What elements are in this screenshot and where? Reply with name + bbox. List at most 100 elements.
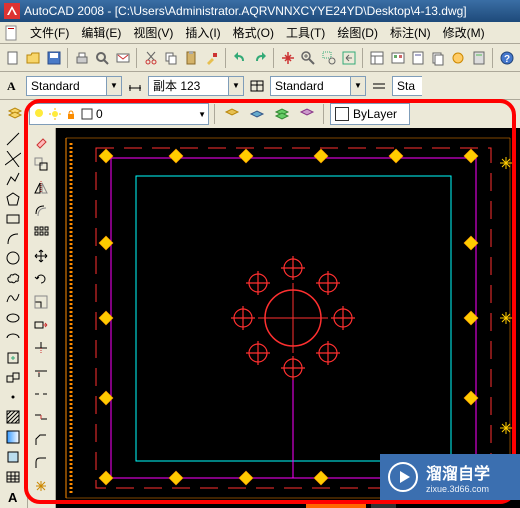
publish-button[interactable]: [113, 47, 131, 69]
ellipse-button[interactable]: [2, 309, 24, 328]
fillet-button[interactable]: [30, 452, 52, 474]
menu-draw[interactable]: 绘图(D): [331, 22, 384, 43]
tp-button[interactable]: [409, 47, 427, 69]
spline-button[interactable]: [2, 289, 24, 308]
textstyle-input[interactable]: [26, 76, 106, 96]
style-toolbar: A ▼ ▼ ▼: [0, 72, 520, 100]
tablestyle-icon[interactable]: [248, 77, 266, 95]
menu-tools[interactable]: 工具(T): [280, 22, 331, 43]
menu-edit[interactable]: 编辑(E): [75, 22, 127, 43]
layerwalk-button[interactable]: [296, 103, 318, 125]
open-button[interactable]: [24, 47, 42, 69]
rectangle-button[interactable]: [2, 209, 24, 228]
stretch-button[interactable]: [30, 314, 52, 336]
undo-button[interactable]: [231, 47, 249, 69]
paste-button[interactable]: [182, 47, 200, 69]
help-button[interactable]: ?: [498, 47, 516, 69]
redo-button[interactable]: [251, 47, 269, 69]
explode-button[interactable]: [30, 475, 52, 497]
dimstyle-combo[interactable]: ▼: [148, 76, 244, 96]
break-button[interactable]: [30, 383, 52, 405]
separator: [225, 48, 227, 68]
rotate-button[interactable]: [30, 268, 52, 290]
menu-format[interactable]: 格式(O): [227, 22, 280, 43]
dimstyle-input[interactable]: [148, 76, 228, 96]
mlstyle-input[interactable]: [392, 76, 422, 96]
textstyle-combo[interactable]: ▼: [26, 76, 122, 96]
revcloud-button[interactable]: [2, 269, 24, 288]
dropdown-arrow[interactable]: ▼: [198, 110, 206, 119]
layeriso-button[interactable]: [221, 103, 243, 125]
copy-button[interactable]: [162, 47, 180, 69]
menu-view[interactable]: 视图(V): [127, 22, 179, 43]
color-swatch-icon: [80, 107, 94, 121]
markup-button[interactable]: [449, 47, 467, 69]
mirror-button[interactable]: [30, 176, 52, 198]
mlstyle-icon[interactable]: [370, 77, 388, 95]
layer-selector[interactable]: 0 ▼: [29, 103, 209, 125]
pan-button[interactable]: [279, 47, 297, 69]
cut-button[interactable]: [142, 47, 160, 69]
chamfer-button[interactable]: [30, 429, 52, 451]
scale-button[interactable]: [30, 291, 52, 313]
print-button[interactable]: [73, 47, 91, 69]
properties-button[interactable]: [368, 47, 386, 69]
join-button[interactable]: [30, 406, 52, 428]
menu-insert[interactable]: 插入(I): [179, 22, 226, 43]
polygon-button[interactable]: [2, 190, 24, 209]
dimstyle-icon[interactable]: [126, 77, 144, 95]
zoom-button[interactable]: [299, 47, 317, 69]
layermgr-button[interactable]: [4, 103, 26, 125]
textstyle-icon[interactable]: A: [4, 77, 22, 95]
layerprev-button[interactable]: [246, 103, 268, 125]
mlstyle-combo[interactable]: [392, 76, 422, 96]
dropdown-arrow[interactable]: ▼: [228, 76, 244, 96]
copyobj-button[interactable]: [30, 153, 52, 175]
insert-button[interactable]: [2, 348, 24, 367]
svg-text:?: ?: [504, 54, 510, 65]
gradient-button[interactable]: [2, 428, 24, 447]
extend-button[interactable]: [30, 360, 52, 382]
circle-button[interactable]: [2, 249, 24, 268]
offset-button[interactable]: [30, 199, 52, 221]
move-button[interactable]: [30, 245, 52, 267]
dropdown-arrow[interactable]: ▼: [106, 76, 122, 96]
calc-button[interactable]: [470, 47, 488, 69]
preview-button[interactable]: [93, 47, 111, 69]
tablestyle-input[interactable]: [270, 76, 350, 96]
table-button[interactable]: [2, 467, 24, 486]
hatch-button[interactable]: [2, 408, 24, 427]
separator: [362, 48, 364, 68]
doc-icon: [4, 25, 20, 41]
color-selector[interactable]: ByLayer: [330, 103, 410, 125]
block-button[interactable]: [2, 368, 24, 387]
dropdown-arrow[interactable]: ▼: [350, 76, 366, 96]
arc-button[interactable]: [2, 229, 24, 248]
region-button[interactable]: [2, 448, 24, 467]
tablestyle-combo[interactable]: ▼: [270, 76, 366, 96]
watermark-name: 溜溜自学: [426, 460, 490, 484]
mtext-button[interactable]: A: [2, 487, 24, 506]
dc-button[interactable]: [388, 47, 406, 69]
point-button[interactable]: [2, 388, 24, 407]
zoomwin-button[interactable]: [320, 47, 338, 69]
pline-button[interactable]: [2, 170, 24, 189]
trim-button[interactable]: [30, 337, 52, 359]
menu-modify[interactable]: 修改(M): [437, 22, 491, 43]
zoomprev-button[interactable]: [340, 47, 358, 69]
menu-file[interactable]: 文件(F): [24, 22, 75, 43]
array-button[interactable]: [30, 222, 52, 244]
erase-button[interactable]: [30, 130, 52, 152]
matchprop-button[interactable]: [202, 47, 220, 69]
menu-dimension[interactable]: 标注(N): [384, 22, 437, 43]
line-button[interactable]: [2, 130, 24, 149]
new-button[interactable]: [4, 47, 22, 69]
drawing-canvas[interactable]: [56, 128, 520, 508]
ellipsearc-button[interactable]: [2, 328, 24, 347]
save-button[interactable]: [45, 47, 63, 69]
xline-button[interactable]: [2, 150, 24, 169]
ssm-button[interactable]: [429, 47, 447, 69]
layerstate-button[interactable]: [271, 103, 293, 125]
separator: [323, 104, 325, 124]
watermark: 溜溜自学 zixue.3d66.com: [380, 454, 520, 500]
